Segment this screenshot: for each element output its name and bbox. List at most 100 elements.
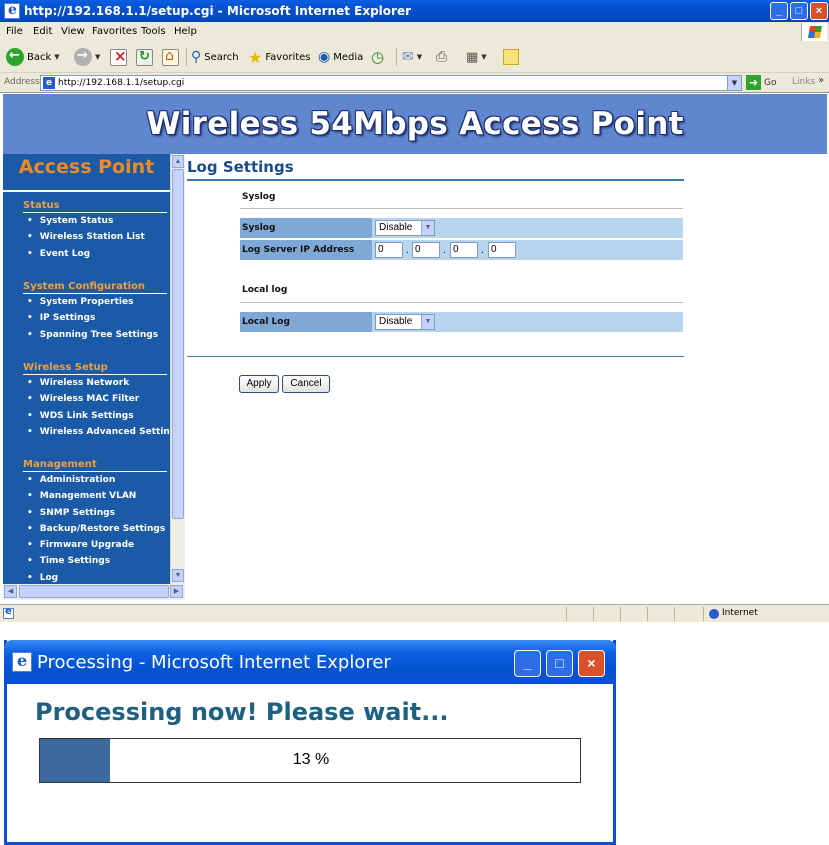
address-url: http://192.168.1.1/setup.cgi [58,78,185,88]
close-button[interactable]: × [810,2,828,20]
print-button[interactable]: ⎙ [436,47,447,67]
history-button[interactable]: ◷ [371,47,384,67]
sidebar-vertical-scrollbar[interactable]: ▲ ▼ [170,154,185,584]
progress-bar: 13 % [39,738,581,783]
ie-logo-icon [12,651,32,672]
standard-toolbar: Back ▼ ▼ Search ★ Favorites ◉ Media [0,42,829,72]
scroll-up-icon[interactable]: ▲ [172,155,184,168]
nav-item-snmp-settings[interactable]: SNMP Settings [23,505,169,521]
menu-tools[interactable]: Tools [141,26,166,37]
nav-item-wireless-network[interactable]: Wireless Network [23,375,169,391]
nav-item-ip-settings[interactable]: IP Settings [23,310,169,326]
status-divider [593,607,594,621]
menu-favorites[interactable]: Favorites [92,26,137,37]
favorites-button[interactable]: ★ Favorites [248,47,311,67]
section-divider [240,302,683,303]
nav-item-wireless-advanced-settings[interactable]: Wireless Advanced Settings [23,424,170,440]
menu-file[interactable]: File [6,26,23,37]
nav-heading-status[interactable]: Status [23,200,167,213]
refresh-button[interactable] [136,47,153,67]
print-icon: ⎙ [436,49,448,65]
nav-group-system-configuration: System Configuration System Properties I… [23,281,169,343]
ip-octet-3-input[interactable]: 0 [450,242,478,258]
nav-item-wireless-station-list[interactable]: Wireless Station List [23,229,169,245]
go-button[interactable]: ➜ Go [746,75,776,90]
forward-dropdown-icon[interactable]: ▼ [95,53,100,61]
dialog-maximize-button[interactable]: □ [546,650,573,677]
ip-octet-1-input[interactable]: 0 [375,242,403,258]
nav-item-spanning-tree-settings[interactable]: Spanning Tree Settings [23,327,169,343]
nav-item-management-vlan[interactable]: Management VLAN [23,488,169,504]
dialog-close-button[interactable]: × [578,650,605,677]
ie-logo-icon [4,2,20,19]
search-button[interactable]: Search [191,47,238,67]
form-divider [187,356,684,357]
page-title: Log Settings [187,158,294,176]
media-button[interactable]: ◉ Media [318,47,363,67]
minimize-button[interactable]: _ [770,2,788,20]
page-viewport: Wireless 54Mbps Access Point Access Poin… [0,92,829,604]
syslog-row: Syslog Disable ▼ [240,218,683,238]
local-log-select[interactable]: Disable ▼ [375,314,435,330]
mail-dropdown-icon[interactable]: ▼ [417,53,422,61]
nav-item-system-status[interactable]: System Status [23,213,169,229]
menu-edit[interactable]: Edit [33,26,52,37]
sidebar-horizontal-scrollbar[interactable]: ◀ ▶ [3,584,185,600]
back-button[interactable]: Back ▼ [6,47,60,67]
nav-item-time-settings[interactable]: Time Settings [23,553,169,569]
address-input[interactable]: e http://192.168.1.1/setup.cgi ▼ [40,75,742,91]
mail-button[interactable]: ✉ ▼ [402,47,422,67]
messenger-icon [503,49,519,65]
stop-button[interactable] [110,47,127,67]
links-button[interactable]: Links [792,77,815,87]
section-divider [240,208,683,209]
scroll-right-icon[interactable]: ▶ [170,585,183,598]
syslog-select[interactable]: Disable ▼ [375,220,435,236]
security-zone-label: Internet [722,608,758,618]
menu-view[interactable]: View [61,26,85,37]
apply-button[interactable]: Apply [239,375,279,393]
dialog-minimize-button[interactable]: _ [514,650,541,677]
local-log-select-value: Disable [379,316,413,327]
nav-heading-system-configuration[interactable]: System Configuration [23,281,167,294]
nav-item-backup-restore-settings[interactable]: Backup/Restore Settings [23,521,169,537]
ip-octet-2-input[interactable]: 0 [412,242,440,258]
back-dropdown-icon[interactable]: ▼ [54,53,59,61]
refresh-icon [136,48,153,66]
nav-heading-management[interactable]: Management [23,459,167,472]
nav-item-wds-link-settings[interactable]: WDS Link Settings [23,408,169,424]
address-dropdown-icon[interactable]: ▼ [727,76,741,90]
messenger-button[interactable] [503,47,519,67]
chevron-down-icon[interactable]: ▼ [421,221,434,235]
scroll-left-icon[interactable]: ◀ [4,585,17,598]
scroll-down-icon[interactable]: ▼ [172,569,184,582]
media-icon: ◉ [318,49,331,65]
nav-item-administration[interactable]: Administration [23,472,169,488]
dialog-title: Processing - Microsoft Internet Explorer [37,652,391,673]
cancel-button[interactable]: Cancel [282,375,330,393]
nav-item-log[interactable]: Log [23,570,169,584]
menu-help[interactable]: Help [174,26,197,37]
nav-group-management: Management Administration Management VLA… [23,459,169,584]
internet-zone-icon [709,609,719,619]
links-chevron-icon[interactable]: » [818,75,824,86]
nav-item-event-log[interactable]: Event Log [23,246,169,262]
forward-icon [74,48,92,66]
nav-item-firmware-upgrade[interactable]: Firmware Upgrade [23,537,169,553]
home-button[interactable] [162,47,179,67]
nav-item-system-properties[interactable]: System Properties [23,294,169,310]
chevron-down-icon[interactable]: ▼ [421,315,434,329]
ip-octet-4-input[interactable]: 0 [488,242,516,258]
forward-button[interactable]: ▼ [74,47,100,67]
edit-button[interactable]: ▦ ▼ [466,47,487,67]
hscroll-thumb[interactable] [19,585,169,598]
home-icon [162,48,179,66]
scroll-thumb[interactable] [172,169,184,519]
maximize-button[interactable]: □ [790,2,808,20]
edit-dropdown-icon[interactable]: ▼ [481,53,486,61]
nav-heading-wireless-setup[interactable]: Wireless Setup [23,362,167,375]
nav-item-wireless-mac-filter[interactable]: Wireless MAC Filter [23,391,169,407]
back-icon [6,48,24,66]
dialog-titlebar: Processing - Microsoft Internet Explorer… [4,640,616,684]
status-divider [566,607,567,621]
